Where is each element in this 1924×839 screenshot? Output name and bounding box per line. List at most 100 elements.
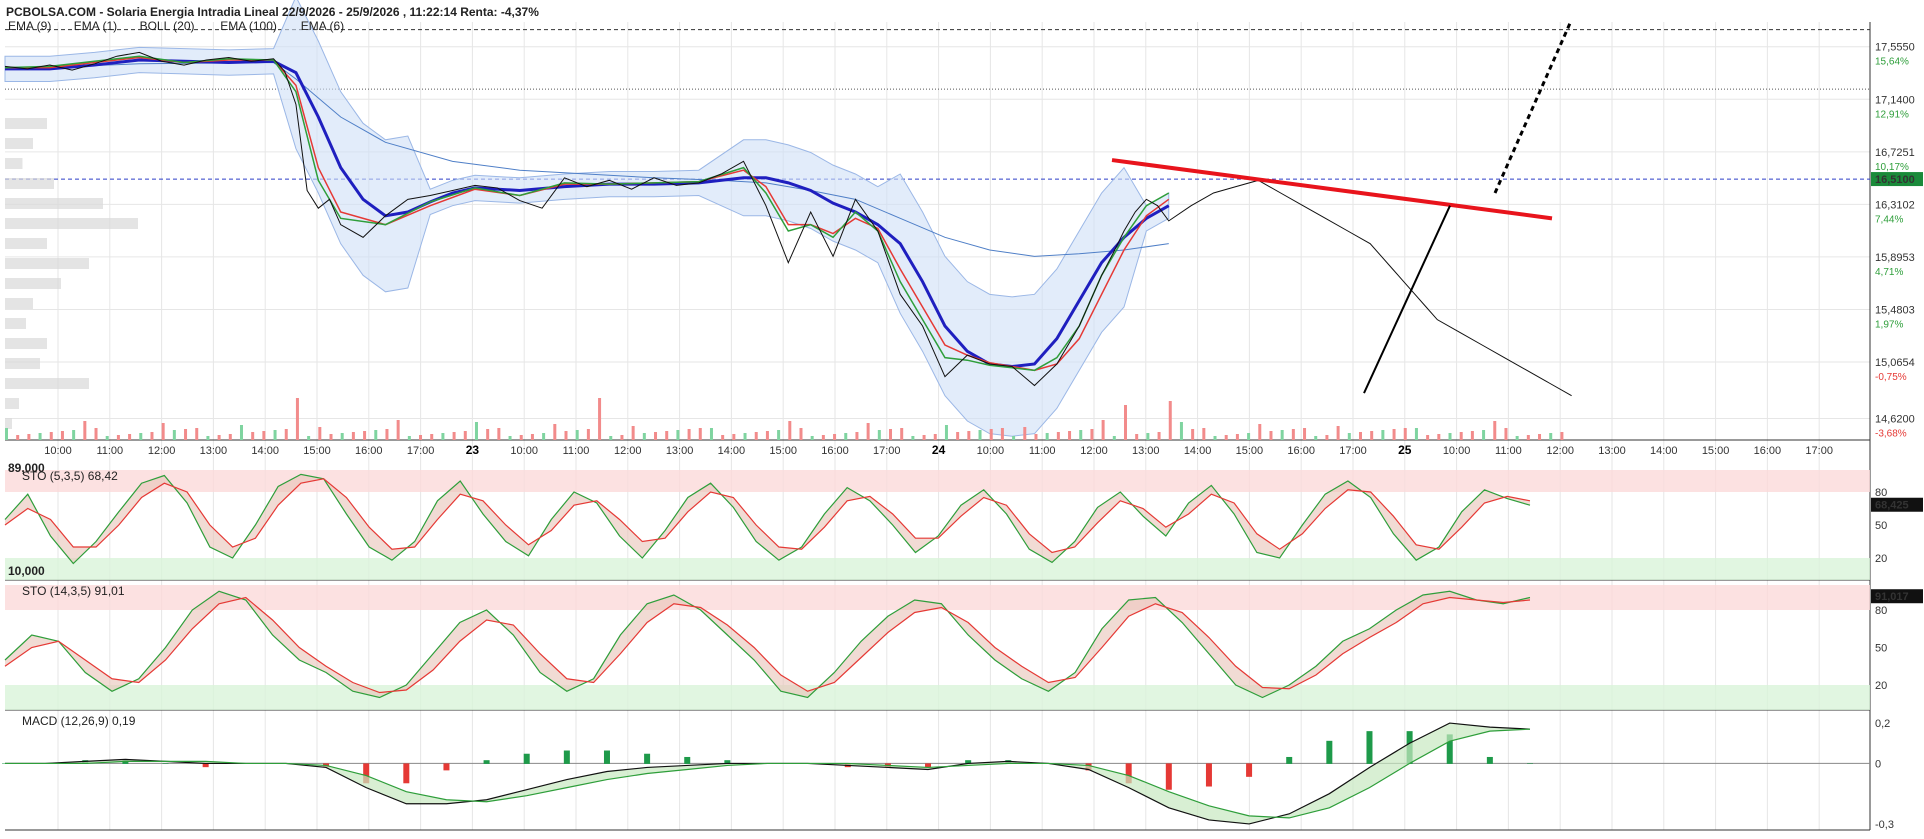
volume-bar	[1414, 428, 1418, 440]
x-tick-label: 14:00	[251, 445, 279, 457]
volume-profile-bar	[5, 258, 89, 269]
pct-tick-label: -0,75%	[1875, 372, 1907, 383]
volume-bar	[172, 430, 176, 440]
price-tick-label: 15,0654	[1875, 357, 1915, 369]
volume-bar	[1370, 431, 1374, 440]
volume-bar	[1112, 436, 1116, 440]
volume-profile-bar	[5, 238, 47, 249]
volume-bar	[1213, 436, 1217, 440]
volume-profile-bar	[5, 418, 12, 429]
volume-bar	[508, 436, 512, 440]
volume-bar	[833, 434, 837, 440]
price-tick-label: 17,1400	[1875, 94, 1915, 106]
volume-bar	[765, 431, 769, 440]
volume-profile-bar	[5, 278, 61, 289]
volume-profile-bar	[5, 218, 138, 229]
x-tick-label: 15:00	[769, 445, 797, 457]
volume-bar	[251, 432, 255, 440]
x-tick-label: 13:00	[1598, 445, 1626, 457]
volume-bar	[452, 432, 456, 440]
volume-bar	[788, 421, 792, 440]
volume-profile-bar	[5, 298, 33, 309]
volume-bar	[396, 420, 400, 440]
volume-bar	[72, 430, 76, 440]
volume-bar	[889, 429, 893, 440]
volume-profile-bar	[5, 138, 33, 149]
volume-bar	[1068, 431, 1072, 440]
volume-bar	[1470, 431, 1474, 440]
sto-tick-label: 20	[1875, 553, 1887, 565]
volume-profile-bar	[5, 118, 47, 129]
volume-bar	[1124, 405, 1127, 440]
legend-ema--100-: EMA (100)	[220, 19, 277, 33]
volume-bar	[419, 435, 423, 440]
legend-ema--1-: EMA (1)	[74, 19, 117, 33]
x-tick-label: 11:00	[563, 445, 590, 457]
volume-bar	[340, 433, 344, 440]
volume-bar	[94, 428, 98, 440]
volume-bar	[586, 429, 590, 440]
volume-bar	[777, 430, 781, 440]
x-tick-label: 17:00	[407, 445, 435, 457]
macd-title: MACD (12,26,9) 0,19	[22, 714, 136, 728]
macd-histogram-bar	[1366, 731, 1373, 764]
volume-bar	[1314, 436, 1318, 440]
volume-bar	[5, 428, 8, 440]
sto-overlay-top: 89,000	[8, 461, 45, 475]
volume-bar	[217, 435, 221, 440]
trend-line-resistance	[1111, 158, 1553, 221]
volume-bar	[1079, 430, 1083, 440]
macd-histogram-bar	[483, 760, 490, 764]
x-tick-label: 10:00	[510, 445, 538, 457]
trend-line-support	[1363, 205, 1451, 394]
volume-bar	[1202, 428, 1206, 440]
price-tick-label: 16,7251	[1875, 147, 1915, 159]
volume-bar	[1336, 426, 1340, 440]
x-tick-label: 16:00	[355, 445, 383, 457]
volume-bar	[877, 430, 881, 440]
x-tick-label: 15:00	[303, 445, 331, 457]
volume-profile-bar	[5, 178, 54, 189]
volume-bar	[967, 431, 971, 440]
volume-bar	[351, 432, 355, 440]
volume-bar	[1045, 433, 1049, 440]
sto-current-label: 91,017	[1875, 591, 1909, 603]
volume-bar	[295, 398, 299, 440]
volume-bar	[1224, 435, 1228, 440]
macd-histogram-bar	[1286, 756, 1293, 764]
volume-bar	[1191, 429, 1195, 440]
volume-bar	[49, 432, 53, 440]
volume-bar	[631, 426, 635, 440]
x-tick-label: 17:00	[873, 445, 901, 457]
x-tick-label: 10:00	[1443, 445, 1471, 457]
volume-bar	[1090, 429, 1094, 440]
volume-bar	[60, 431, 64, 440]
macd-histogram-bar	[1205, 763, 1212, 787]
volume-bar	[161, 423, 165, 440]
x-tick-label: 16:00	[821, 445, 849, 457]
x-tick-label: 14:00	[1650, 445, 1678, 457]
macd-histogram-bar	[403, 763, 410, 784]
volume-bar	[810, 436, 814, 440]
volume-bar	[911, 436, 915, 440]
bollinger-band	[4, 0, 1170, 437]
volume-bar	[1168, 401, 1172, 440]
volume-bar	[1157, 432, 1161, 440]
volume-bar	[609, 436, 613, 440]
oversold-zone	[5, 558, 1870, 580]
volume-bar	[1012, 436, 1016, 440]
volume-bar	[105, 436, 109, 440]
volume-bar	[150, 432, 154, 440]
volume-bar	[1269, 431, 1273, 440]
volume-profile-bar	[5, 158, 23, 169]
pct-tick-label: -3,68%	[1875, 428, 1907, 439]
legend-boll--20-: BOLL (20)	[140, 19, 195, 33]
macd-histogram-bar	[684, 756, 691, 764]
volume-bar	[1325, 435, 1329, 440]
volume-bar	[474, 422, 478, 440]
volume-profile-bar	[5, 198, 103, 209]
volume-bar	[83, 421, 87, 440]
volume-bar	[654, 432, 658, 440]
volume-bar	[1459, 432, 1463, 440]
sto-tick-label: 50	[1875, 520, 1887, 532]
